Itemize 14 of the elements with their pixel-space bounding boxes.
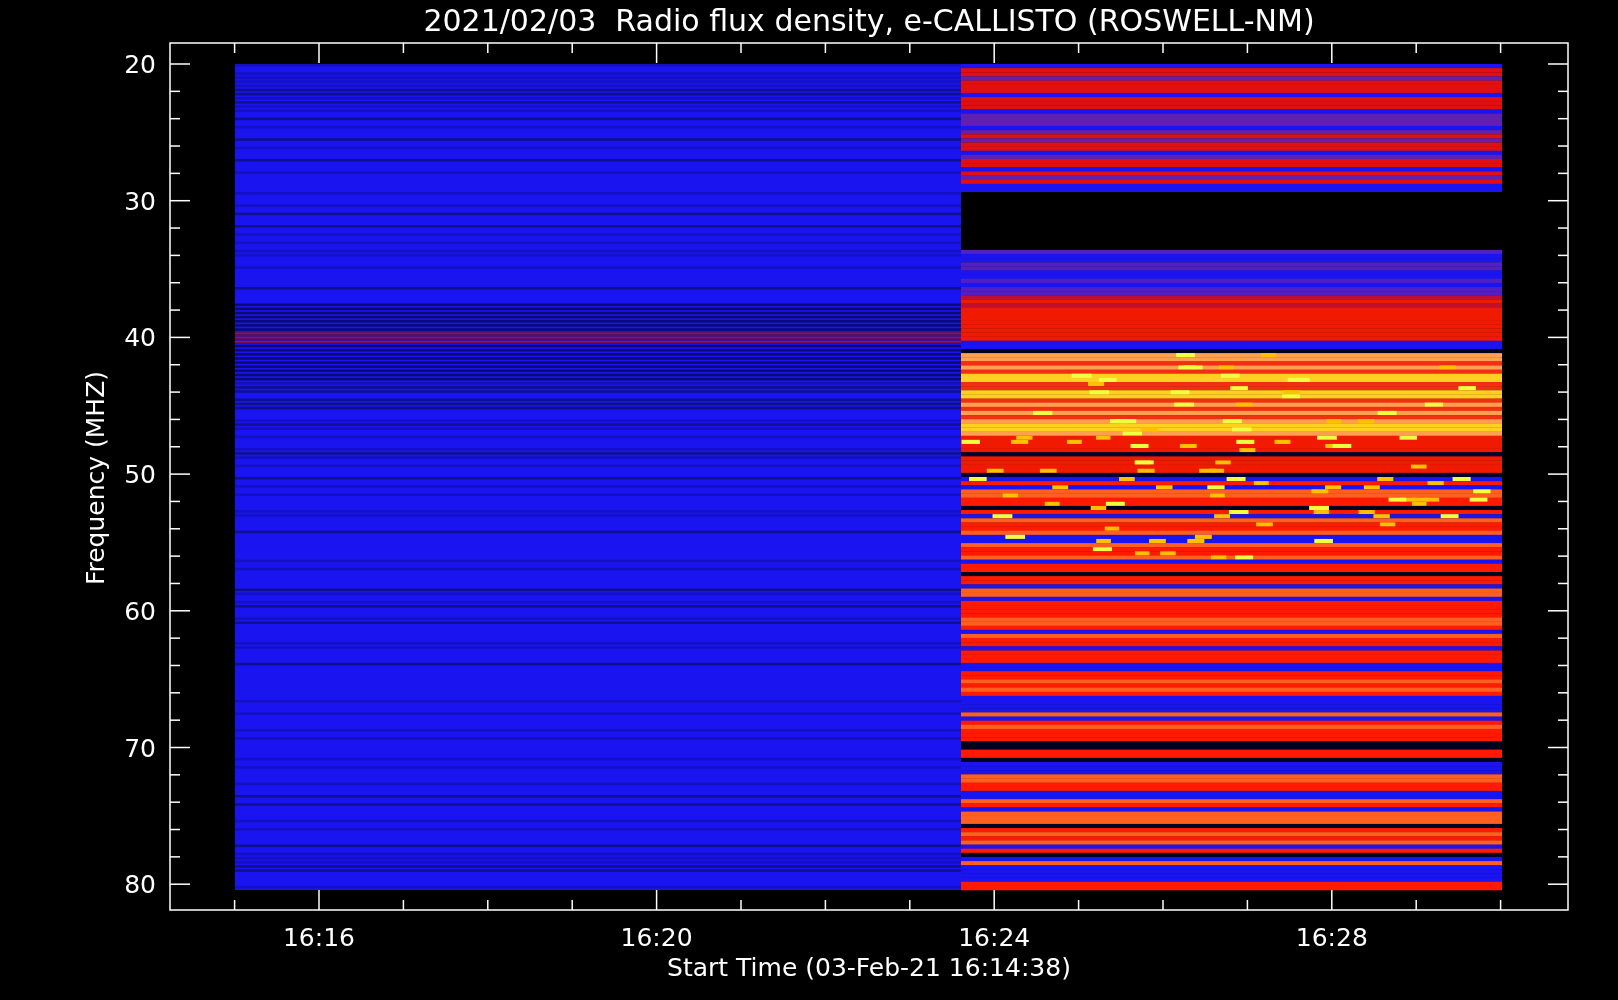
axis-title: Frequency (MHZ) <box>81 370 110 586</box>
tick-label: 16:28 <box>1295 923 1368 952</box>
axis-title: Start Time (03-Feb-21 16:14:38) <box>667 953 1071 982</box>
tick-label: 30 <box>124 186 156 216</box>
tick-label: 80 <box>124 870 156 900</box>
tick-label: 40 <box>124 323 156 353</box>
tick-label: 16:20 <box>620 923 693 952</box>
tick-label: 16:24 <box>958 923 1031 952</box>
chart-title: 2021/02/03 Radio flux density, e-CALLISTO (ROSWELL-NM) <box>423 3 1315 38</box>
tick-label: 60 <box>124 596 156 626</box>
tick-label: 20 <box>124 50 156 79</box>
tick-label: 50 <box>124 460 156 490</box>
tick-label: 70 <box>124 733 156 763</box>
tick-label: 16:16 <box>283 923 355 952</box>
